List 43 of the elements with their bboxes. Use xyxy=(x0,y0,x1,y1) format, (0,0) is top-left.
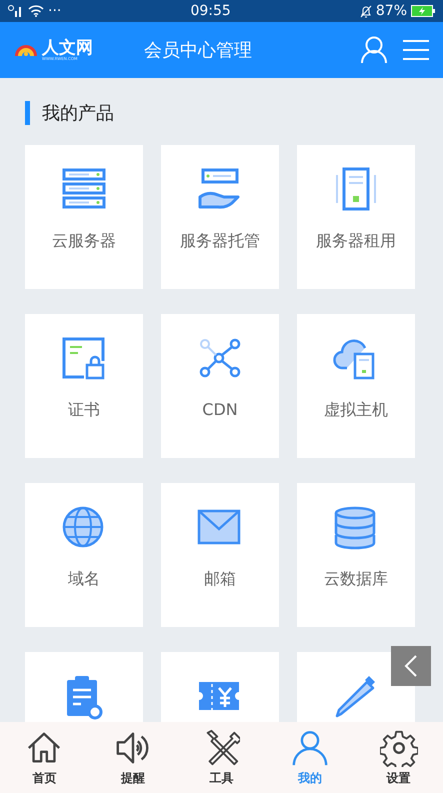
logo-text: 人文网 xyxy=(42,40,93,56)
product-card[interactable]: 域名 xyxy=(25,483,143,627)
product-card[interactable]: 虚拟主机 xyxy=(297,314,415,458)
product-label: CDN xyxy=(202,399,238,421)
product-label: 服务器租用 xyxy=(316,230,396,252)
menu-icon[interactable] xyxy=(403,39,429,61)
product-card[interactable]: 服务器托管 xyxy=(161,145,279,289)
tab-button[interactable]: 提醒 xyxy=(98,728,168,786)
product-label: 服务器托管 xyxy=(180,230,260,252)
tab-button[interactable]: 首页 xyxy=(9,728,80,786)
tab-button[interactable]: 设置 xyxy=(364,728,434,786)
battery-text: 87% xyxy=(376,2,407,20)
server-tower-icon xyxy=(333,167,379,213)
section-marker xyxy=(25,101,30,125)
product-card[interactable]: 云服务器 xyxy=(25,145,143,289)
signal-icon xyxy=(8,5,24,17)
product-label: 云服务器 xyxy=(52,230,116,252)
clock-text: 09:55 xyxy=(190,2,231,18)
person-icon xyxy=(291,728,330,766)
product-card[interactable]: 邮箱 xyxy=(161,483,279,627)
wifi-icon xyxy=(28,5,44,17)
product-label: 云数据库 xyxy=(324,568,388,590)
battery-icon xyxy=(411,5,435,17)
product-label: 证书 xyxy=(68,399,100,421)
tab-button[interactable]: 工具 xyxy=(186,728,256,786)
gear-icon xyxy=(380,728,418,766)
section-title: 我的产品 xyxy=(42,102,114,126)
product-label: 邮箱 xyxy=(204,568,236,590)
page-title: 会员中心管理 xyxy=(144,38,252,62)
user-icon[interactable] xyxy=(361,36,387,64)
certificate-icon xyxy=(61,336,107,382)
tab-button[interactable]: 我的 xyxy=(275,728,346,786)
chevron-left-icon xyxy=(404,654,418,678)
product-card[interactable]: 云数据库 xyxy=(297,483,415,627)
back-button[interactable] xyxy=(391,646,431,686)
product-label: 域名 xyxy=(68,568,100,590)
logo-icon xyxy=(14,44,38,56)
product-card[interactable]: 证书 xyxy=(25,314,143,458)
more-text: ··· xyxy=(48,2,62,20)
product-card[interactable]: CDN xyxy=(161,314,279,458)
product-card[interactable]: 服务器租用 xyxy=(297,145,415,289)
bell-off-icon xyxy=(360,4,372,18)
product-label: 虚拟主机 xyxy=(324,399,388,421)
